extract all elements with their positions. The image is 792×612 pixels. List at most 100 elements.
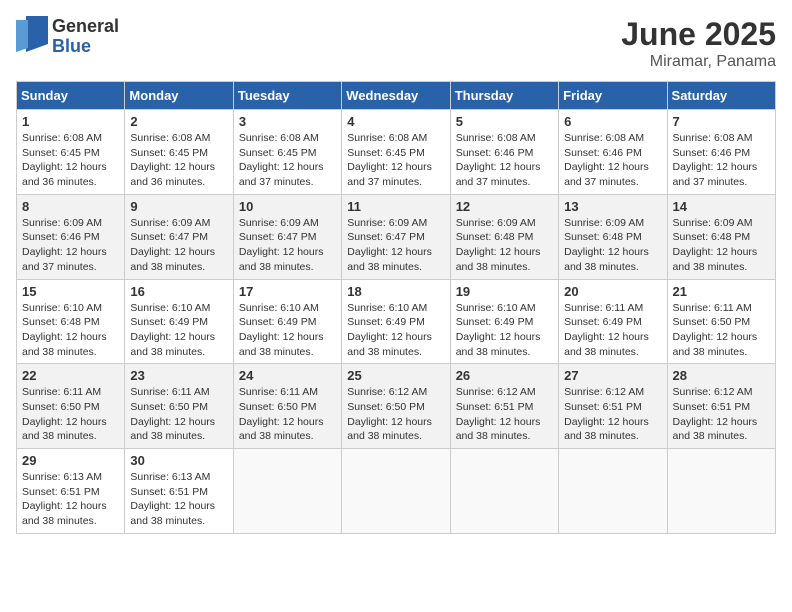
day-number: 2: [130, 114, 227, 129]
day-number: 18: [347, 284, 444, 299]
calendar-day-cell: 22 Sunrise: 6:11 AMSunset: 6:50 PMDayligh…: [17, 364, 125, 449]
logo-icon: [16, 16, 48, 57]
calendar-week-row: 8 Sunrise: 6:09 AMSunset: 6:46 PMDaylight…: [17, 194, 776, 279]
header-sunday: Sunday: [17, 82, 125, 110]
day-number: 4: [347, 114, 444, 129]
calendar-table: Sunday Monday Tuesday Wednesday Thursday…: [16, 81, 776, 534]
calendar-day-cell: [233, 449, 341, 534]
calendar-day-cell: 29 Sunrise: 6:13 AMSunset: 6:51 PMDayligh…: [17, 449, 125, 534]
day-info: Sunrise: 6:08 AMSunset: 6:45 PMDaylight:…: [22, 131, 119, 190]
day-info: Sunrise: 6:12 AMSunset: 6:51 PMDaylight:…: [456, 385, 553, 444]
header-friday: Friday: [559, 82, 667, 110]
day-info: Sunrise: 6:08 AMSunset: 6:46 PMDaylight:…: [673, 131, 770, 190]
day-info: Sunrise: 6:08 AMSunset: 6:46 PMDaylight:…: [564, 131, 661, 190]
day-number: 6: [564, 114, 661, 129]
day-number: 14: [673, 199, 770, 214]
calendar-day-cell: 24 Sunrise: 6:11 AMSunset: 6:50 PMDayligh…: [233, 364, 341, 449]
calendar-day-cell: 10Sunrise: 6:09 AMSunset: 6:47 PMDayligh…: [233, 194, 341, 279]
day-info: Sunrise: 6:10 AMSunset: 6:49 PMDaylight:…: [347, 301, 444, 360]
day-number: 23: [130, 368, 227, 383]
header-wednesday: Wednesday: [342, 82, 450, 110]
logo-blue-text: Blue: [52, 36, 91, 56]
day-info: Sunrise: 6:11 AMSunset: 6:50 PMDaylight:…: [130, 385, 227, 444]
day-info: Sunrise: 6:11 AMSunset: 6:50 PMDaylight:…: [239, 385, 336, 444]
day-info: Sunrise: 6:12 AMSunset: 6:51 PMDaylight:…: [673, 385, 770, 444]
header-thursday: Thursday: [450, 82, 558, 110]
day-number: 28: [673, 368, 770, 383]
header-tuesday: Tuesday: [233, 82, 341, 110]
day-number: 10: [239, 199, 336, 214]
calendar-day-cell: 11 Sunrise: 6:09 AMSunset: 6:47 PMDayligh…: [342, 194, 450, 279]
calendar-day-cell: 26 Sunrise: 6:12 AMSunset: 6:51 PMDayligh…: [450, 364, 558, 449]
day-number: 15: [22, 284, 119, 299]
day-info: Sunrise: 6:09 AMSunset: 6:48 PMDaylight:…: [564, 216, 661, 275]
day-number: 24: [239, 368, 336, 383]
day-number: 5: [456, 114, 553, 129]
day-info: Sunrise: 6:10 AMSunset: 6:49 PMDaylight:…: [456, 301, 553, 360]
title-block: June 2025 Miramar, Panama: [621, 16, 776, 71]
calendar-day-cell: 5Sunrise: 6:08 AMSunset: 6:46 PMDaylight…: [450, 110, 558, 195]
calendar-day-cell: 4 Sunrise: 6:08 AMSunset: 6:45 PMDaylight…: [342, 110, 450, 195]
day-number: 22: [22, 368, 119, 383]
location-title: Miramar, Panama: [621, 53, 776, 71]
day-number: 27: [564, 368, 661, 383]
calendar-week-row: 15 Sunrise: 6:10 AMSunset: 6:48 PMDayligh…: [17, 279, 776, 364]
day-number: 16: [130, 284, 227, 299]
calendar-day-cell: [667, 449, 775, 534]
day-number: 19: [456, 284, 553, 299]
day-info: Sunrise: 6:11 AMSunset: 6:49 PMDaylight:…: [564, 301, 661, 360]
day-info: Sunrise: 6:10 AMSunset: 6:49 PMDaylight:…: [239, 301, 336, 360]
calendar-day-cell: [342, 449, 450, 534]
day-number: 3: [239, 114, 336, 129]
logo: General Blue: [16, 16, 119, 57]
day-number: 8: [22, 199, 119, 214]
month-title: June 2025: [621, 16, 776, 53]
calendar-day-cell: 7 Sunrise: 6:08 AMSunset: 6:46 PMDaylight…: [667, 110, 775, 195]
day-number: 17: [239, 284, 336, 299]
calendar-day-cell: 15 Sunrise: 6:10 AMSunset: 6:48 PMDayligh…: [17, 279, 125, 364]
calendar-day-cell: [559, 449, 667, 534]
calendar-day-cell: 3 Sunrise: 6:08 AMSunset: 6:45 PMDaylight…: [233, 110, 341, 195]
logo-general-text: General: [52, 16, 119, 36]
day-number: 7: [673, 114, 770, 129]
day-info: Sunrise: 6:12 AMSunset: 6:50 PMDaylight:…: [347, 385, 444, 444]
calendar-week-row: 29 Sunrise: 6:13 AMSunset: 6:51 PMDayligh…: [17, 449, 776, 534]
day-info: Sunrise: 6:09 AMSunset: 6:47 PMDaylight:…: [347, 216, 444, 275]
day-info: Sunrise: 6:11 AMSunset: 6:50 PMDaylight:…: [22, 385, 119, 444]
day-info: Sunrise: 6:10 AMSunset: 6:48 PMDaylight:…: [22, 301, 119, 360]
day-info: Sunrise: 6:09 AMSunset: 6:48 PMDaylight:…: [673, 216, 770, 275]
calendar-day-cell: 25 Sunrise: 6:12 AMSunset: 6:50 PMDayligh…: [342, 364, 450, 449]
day-info: Sunrise: 6:10 AMSunset: 6:49 PMDaylight:…: [130, 301, 227, 360]
day-info: Sunrise: 6:09 AMSunset: 6:46 PMDaylight:…: [22, 216, 119, 275]
calendar-day-cell: 2Sunrise: 6:08 AMSunset: 6:45 PMDaylight…: [125, 110, 233, 195]
header-saturday: Saturday: [667, 82, 775, 110]
day-number: 9: [130, 199, 227, 214]
day-info: Sunrise: 6:12 AMSunset: 6:51 PMDaylight:…: [564, 385, 661, 444]
day-info: Sunrise: 6:09 AMSunset: 6:48 PMDaylight:…: [456, 216, 553, 275]
calendar-week-row: 22 Sunrise: 6:11 AMSunset: 6:50 PMDayligh…: [17, 364, 776, 449]
calendar-day-cell: 20 Sunrise: 6:11 AMSunset: 6:49 PMDayligh…: [559, 279, 667, 364]
day-number: 20: [564, 284, 661, 299]
calendar-day-cell: 18 Sunrise: 6:10 AMSunset: 6:49 PMDayligh…: [342, 279, 450, 364]
calendar-day-cell: 9Sunrise: 6:09 AMSunset: 6:47 PMDaylight…: [125, 194, 233, 279]
day-number: 13: [564, 199, 661, 214]
calendar-day-cell: 19 Sunrise: 6:10 AMSunset: 6:49 PMDayligh…: [450, 279, 558, 364]
calendar-day-cell: 28 Sunrise: 6:12 AMSunset: 6:51 PMDayligh…: [667, 364, 775, 449]
calendar-day-cell: 27 Sunrise: 6:12 AMSunset: 6:51 PMDayligh…: [559, 364, 667, 449]
day-info: Sunrise: 6:13 AMSunset: 6:51 PMDaylight:…: [22, 470, 119, 529]
calendar-day-cell: 1Sunrise: 6:08 AMSunset: 6:45 PMDaylight…: [17, 110, 125, 195]
day-number: 26: [456, 368, 553, 383]
day-info: Sunrise: 6:08 AMSunset: 6:45 PMDaylight:…: [347, 131, 444, 190]
day-number: 29: [22, 453, 119, 468]
calendar-day-cell: 17 Sunrise: 6:10 AMSunset: 6:49 PMDayligh…: [233, 279, 341, 364]
day-info: Sunrise: 6:08 AMSunset: 6:45 PMDaylight:…: [239, 131, 336, 190]
calendar-day-cell: 13 Sunrise: 6:09 AMSunset: 6:48 PMDayligh…: [559, 194, 667, 279]
calendar-header-row: Sunday Monday Tuesday Wednesday Thursday…: [17, 82, 776, 110]
day-info: Sunrise: 6:13 AMSunset: 6:51 PMDaylight:…: [130, 470, 227, 529]
day-number: 25: [347, 368, 444, 383]
day-number: 30: [130, 453, 227, 468]
calendar-day-cell: 30 Sunrise: 6:13 AMSunset: 6:51 PMDayligh…: [125, 449, 233, 534]
day-number: 11: [347, 199, 444, 214]
calendar-day-cell: 12Sunrise: 6:09 AMSunset: 6:48 PMDayligh…: [450, 194, 558, 279]
day-info: Sunrise: 6:11 AMSunset: 6:50 PMDaylight:…: [673, 301, 770, 360]
